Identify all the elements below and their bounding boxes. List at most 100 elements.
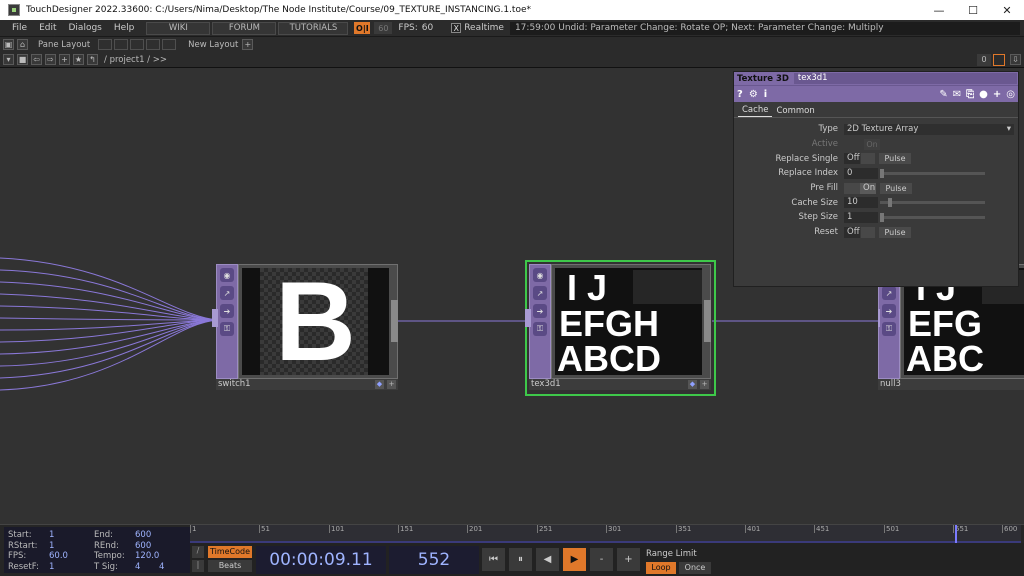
replace-index-slider[interactable] — [880, 168, 985, 178]
go-to-start-button[interactable]: ⏮ — [481, 547, 506, 572]
tempo-value[interactable]: 120.0 — [135, 551, 159, 562]
type-menu[interactable]: 2D Texture Array ▾ — [844, 123, 1014, 135]
pane-split-icon[interactable]: ▣ — [3, 39, 14, 50]
prefill-toggle[interactable]: On — [860, 182, 876, 194]
perform-mode-button[interactable]: O|I — [354, 22, 371, 34]
step-size-slider[interactable] — [880, 212, 985, 222]
input-connector[interactable] — [525, 309, 531, 327]
add-parameter-icon[interactable]: + — [993, 89, 1001, 100]
tutorials-button[interactable]: TUTORIALS — [278, 21, 349, 35]
pane-layout-5[interactable] — [162, 39, 177, 50]
timecode-button[interactable]: TimeCode — [208, 546, 252, 558]
op-name-field[interactable]: tex3d1 — [793, 73, 1017, 84]
stop-icon[interactable]: ■ — [17, 54, 28, 65]
add-icon[interactable]: + — [59, 54, 70, 65]
reset-toggle-blank[interactable] — [861, 226, 875, 238]
play-backward-button[interactable]: ◀ — [535, 547, 560, 572]
replace-single-toggle-blank[interactable] — [861, 153, 875, 165]
cache-size-field[interactable]: 10 — [844, 197, 878, 209]
lock-icon[interactable]: ⚿ — [220, 322, 234, 336]
loop-button[interactable]: Loop — [646, 562, 676, 574]
display-icon[interactable]: ➔ — [220, 304, 234, 318]
close-button[interactable]: ✕ — [990, 0, 1024, 20]
input-connector[interactable] — [212, 309, 218, 327]
network-path[interactable]: / project1 / >> — [104, 55, 167, 65]
menu-file[interactable]: File — [6, 23, 33, 33]
pin-icon[interactable]: ⇩ — [1010, 54, 1021, 65]
replace-index-field[interactable]: 0 — [844, 167, 878, 179]
info-icon[interactable]: i — [764, 89, 767, 100]
parent-icon[interactable]: ↰ — [87, 54, 98, 65]
bypass-icon[interactable]: ↗ — [220, 286, 234, 300]
lock-icon[interactable]: ⚿ — [533, 322, 547, 336]
resetf-value[interactable]: 1 — [49, 562, 54, 573]
viewer-icon[interactable]: ◉ — [220, 268, 234, 282]
forward-icon[interactable]: ⇨ — [45, 54, 56, 65]
end-value[interactable]: 600 — [135, 530, 151, 541]
node-flag-icon[interactable]: ◆ — [375, 380, 384, 389]
start-value[interactable]: 1 — [49, 530, 54, 541]
python-help-icon[interactable]: ⚙ — [749, 89, 758, 100]
edit-icon[interactable]: ✎ — [939, 89, 947, 100]
bypass-icon[interactable]: ↗ — [533, 286, 547, 300]
forum-button[interactable]: FORUM — [212, 21, 277, 35]
clone-icon[interactable]: ⎘ — [966, 89, 974, 100]
play-forward-button[interactable]: ▶ — [562, 547, 587, 572]
rend-value[interactable]: 600 — [135, 541, 151, 552]
pane-layout-2[interactable] — [114, 39, 129, 50]
lock-icon[interactable]: ⚿ — [882, 322, 896, 336]
timeline-ruler[interactable]: 1 51 101 151 201 251 301 351 401 451 501… — [190, 525, 1021, 543]
back-icon[interactable]: ⇦ — [31, 54, 42, 65]
once-button[interactable]: Once — [679, 562, 711, 574]
reset-toggle[interactable]: Off — [844, 226, 860, 238]
target-icon[interactable]: ◎ — [1006, 89, 1015, 100]
step-size-field[interactable]: 1 — [844, 211, 878, 223]
step-back-button[interactable]: - — [589, 547, 614, 572]
menu-help[interactable]: Help — [108, 23, 141, 33]
input-connector[interactable] — [878, 309, 880, 327]
timecode-display[interactable]: 00:00:09.11 — [256, 546, 386, 574]
prefill-toggle-blank[interactable] — [844, 182, 860, 194]
minimize-button[interactable]: — — [922, 0, 956, 20]
beats-button[interactable]: Beats — [208, 560, 252, 572]
beats-toggle-icon[interactable]: | — [192, 560, 204, 572]
frame-display[interactable]: 552 — [389, 546, 479, 574]
tab-common[interactable]: Common — [772, 106, 818, 117]
replace-single-pulse-button[interactable]: Pulse — [879, 153, 911, 165]
slider-handle[interactable] — [880, 168, 884, 178]
pause-button[interactable]: ⏸ — [508, 547, 533, 572]
node-flag-icon[interactable]: ◆ — [688, 380, 697, 389]
replace-single-toggle[interactable]: Off — [844, 153, 860, 165]
maximize-button[interactable]: ☐ — [956, 0, 990, 20]
comment-icon[interactable]: ✉ — [953, 89, 961, 100]
bookmark-star-icon[interactable]: ★ — [73, 54, 84, 65]
new-layout-add-button[interactable]: + — [242, 39, 254, 50]
slider-handle[interactable] — [888, 198, 892, 208]
display-icon[interactable]: ➔ — [882, 304, 896, 318]
slider-handle[interactable] — [880, 212, 884, 222]
tsig-a[interactable]: 4 — [135, 562, 140, 573]
panel-toggle-icon[interactable] — [993, 53, 1005, 66]
prefill-pulse-button[interactable]: Pulse — [880, 182, 912, 194]
node-add-icon[interactable]: + — [387, 380, 396, 389]
tsig-b[interactable]: 4 — [159, 562, 164, 573]
display-icon[interactable]: ➔ — [533, 304, 547, 318]
reset-pulse-button[interactable]: Pulse — [879, 226, 911, 238]
fps-target-field[interactable]: 60 — [374, 22, 393, 34]
pane-layout-4[interactable] — [146, 39, 161, 50]
help-icon[interactable]: ? — [737, 89, 743, 100]
menu-arrow-icon[interactable]: ▾ — [3, 54, 14, 65]
python-icon[interactable]: ● — [979, 89, 988, 100]
node-add-icon[interactable]: + — [700, 380, 709, 389]
pane-home-icon[interactable]: ⌂ — [17, 39, 28, 50]
playhead[interactable] — [955, 525, 957, 543]
step-forward-button[interactable]: + — [616, 547, 641, 572]
timecode-toggle-icon[interactable]: / — [192, 546, 204, 558]
menu-edit[interactable]: Edit — [33, 23, 62, 33]
pane-layout-3[interactable] — [130, 39, 145, 50]
pane-layout-1[interactable] — [98, 39, 113, 50]
bypass-icon[interactable]: ↗ — [882, 286, 896, 300]
output-connector[interactable] — [391, 300, 398, 342]
output-connector[interactable] — [704, 300, 711, 342]
menu-dialogs[interactable]: Dialogs — [63, 23, 108, 33]
